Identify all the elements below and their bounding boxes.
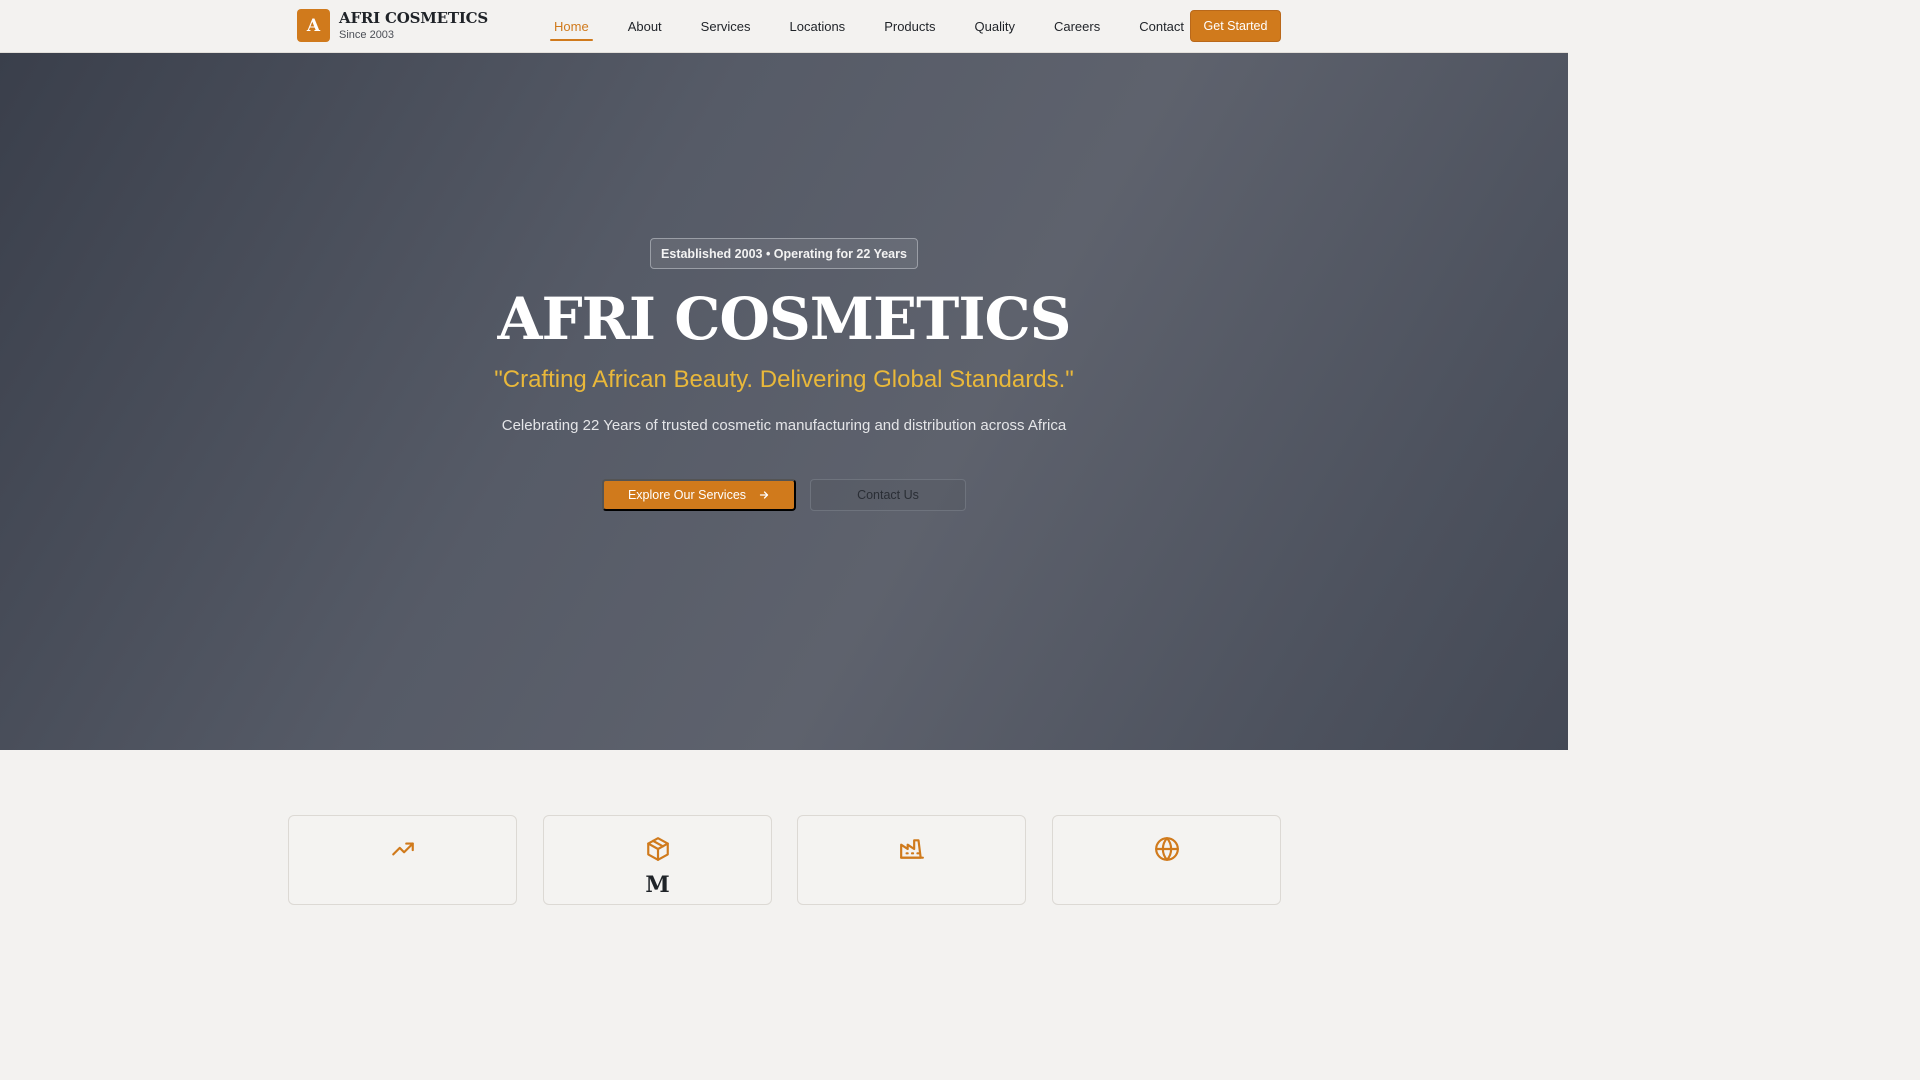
nav-item-quality[interactable]: Quality: [971, 0, 1019, 53]
package-icon: [647, 837, 669, 861]
nav-item-locations[interactable]: Locations: [786, 0, 850, 53]
contact-us-button[interactable]: Contact Us: [810, 479, 966, 511]
main-nav: Home About Services Locations Products Q…: [550, 0, 1219, 53]
explore-services-label: Explore Our Services: [627, 488, 747, 502]
feature-card: [797, 815, 1026, 905]
hero-title: AFRI COSMETICS: [497, 285, 1071, 353]
logo-mark: A: [297, 9, 330, 42]
brand-logo[interactable]: A AFRI COSMETICS Since 2003: [297, 9, 488, 42]
hero-tagline: "Crafting African Beauty. Delivering Glo…: [494, 366, 1074, 393]
feature-card-title: M: [645, 872, 670, 898]
trending-up-icon: [392, 842, 414, 856]
established-badge: Established 2003 • Operating for 22 Year…: [650, 238, 918, 269]
nav-item-careers[interactable]: Careers: [1050, 0, 1104, 53]
feature-card: [1052, 815, 1281, 905]
brand-name: AFRI COSMETICS: [339, 8, 489, 27]
factory-icon: [900, 839, 924, 859]
hero-section: Established 2003 • Operating for 22 Year…: [0, 53, 1568, 750]
hero-description: Celebrating 22 Years of trusted cosmetic…: [501, 417, 1067, 434]
globe-icon: [1155, 837, 1179, 861]
site-header: A AFRI COSMETICS Since 2003 Home About S…: [0, 0, 1568, 53]
feature-card: M: [543, 815, 772, 905]
nav-item-services[interactable]: Services: [697, 0, 755, 53]
nav-item-home[interactable]: Home: [550, 0, 593, 53]
get-started-button[interactable]: Get Started: [1190, 10, 1281, 42]
arrow-right-icon: [759, 491, 769, 499]
brand-subtitle: Since 2003: [339, 28, 395, 41]
nav-item-products[interactable]: Products: [880, 0, 939, 53]
explore-services-button[interactable]: Explore Our Services: [602, 479, 796, 511]
nav-item-about[interactable]: About: [624, 0, 666, 53]
nav-item-contact[interactable]: Contact: [1135, 0, 1188, 53]
feature-card: [288, 815, 517, 905]
